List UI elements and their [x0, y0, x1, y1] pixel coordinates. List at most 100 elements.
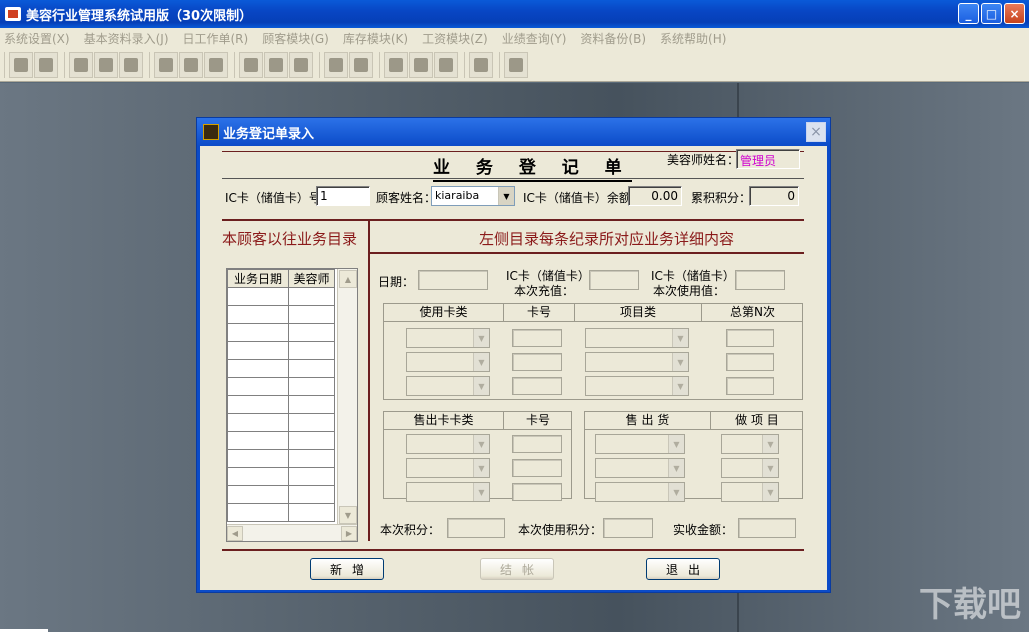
toolbar-button-lock[interactable] [34, 51, 58, 78]
dialog-close-button[interactable]: × [806, 122, 826, 142]
toolbar-button-edit-form[interactable] [94, 51, 118, 78]
scroll-up-icon[interactable]: ▲ [339, 270, 357, 288]
table-cell[interactable] [287, 305, 336, 324]
exit-button[interactable]: 退出 [646, 558, 720, 580]
new-button[interactable]: 新增 [310, 558, 384, 580]
table-cell[interactable] [227, 323, 289, 342]
chevron-down-icon[interactable]: ▼ [762, 483, 778, 501]
usage-card-type-select[interactable]: ▼ [406, 376, 490, 396]
table-cell[interactable] [227, 431, 289, 450]
sold-goods-select[interactable]: ▼ [595, 458, 685, 478]
sold-card-type-select[interactable]: ▼ [406, 482, 490, 502]
table-cell[interactable] [227, 413, 289, 432]
table-cell[interactable] [287, 359, 336, 378]
toolbar-button-card[interactable] [324, 51, 348, 78]
toolbar-button-notebook[interactable] [119, 51, 143, 78]
table-cell[interactable] [287, 413, 336, 432]
checkout-button[interactable]: 结帐 [480, 558, 554, 580]
toolbar-button-exit[interactable] [9, 51, 33, 78]
menu-performance[interactable]: 业绩查询(Y) [502, 30, 567, 47]
sold-card-no-field[interactable] [512, 459, 562, 477]
toolbar-button-calc[interactable] [409, 51, 433, 78]
customer-select[interactable]: kiaraiba ▼ [431, 186, 515, 206]
close-button[interactable]: × [1004, 3, 1025, 24]
toolbar-button-report[interactable] [204, 51, 228, 78]
table-cell[interactable] [227, 377, 289, 396]
chevron-down-icon[interactable]: ▼ [473, 329, 489, 347]
chevron-down-icon[interactable]: ▼ [473, 483, 489, 501]
usage-nth-time-field[interactable] [726, 329, 774, 347]
toolbar-button-tools[interactable] [504, 51, 528, 78]
ic-card-input[interactable]: 1 [316, 186, 370, 206]
chevron-down-icon[interactable]: ▼ [762, 435, 778, 453]
sold-card-no-field[interactable] [512, 483, 562, 501]
toolbar-button-binoculars[interactable] [154, 51, 178, 78]
toolbar-button-ledger[interactable] [349, 51, 373, 78]
chevron-down-icon[interactable]: ▼ [498, 187, 514, 205]
table-row[interactable] [227, 377, 336, 396]
table-cell[interactable] [227, 287, 289, 306]
table-cell[interactable] [227, 341, 289, 360]
menu-salary[interactable]: 工资模块(Z) [422, 30, 488, 47]
usage-item-type-select[interactable]: ▼ [585, 376, 689, 396]
chevron-down-icon[interactable]: ▼ [762, 459, 778, 477]
maximize-button[interactable]: □ [981, 3, 1002, 24]
usage-card-no-field[interactable] [512, 329, 562, 347]
table-row[interactable] [227, 467, 336, 486]
table-cell[interactable] [287, 323, 336, 342]
table-cell[interactable] [287, 431, 336, 450]
usage-item-type-select[interactable]: ▼ [585, 328, 689, 348]
usage-item-type-select[interactable]: ▼ [585, 352, 689, 372]
table-cell[interactable] [227, 449, 289, 468]
toolbar-button-handshake[interactable] [69, 51, 93, 78]
sold-goods-select[interactable]: ▼ [595, 434, 685, 454]
usage-card-type-select[interactable]: ▼ [406, 352, 490, 372]
sold-card-no-field[interactable] [512, 435, 562, 453]
table-cell[interactable] [287, 503, 336, 522]
history-table[interactable]: 业务日期 美容师 ▲ ▼ ◀ ▶ [226, 268, 358, 542]
chevron-down-icon[interactable]: ▼ [668, 435, 684, 453]
table-row[interactable] [227, 503, 336, 522]
sold-card-type-select[interactable]: ▼ [406, 434, 490, 454]
service-item-select[interactable]: ▼ [721, 458, 779, 478]
scroll-down-icon[interactable]: ▼ [339, 506, 357, 524]
table-row[interactable] [227, 413, 336, 432]
service-item-select[interactable]: ▼ [721, 434, 779, 454]
history-col-date[interactable]: 业务日期 [227, 269, 289, 288]
table-cell[interactable] [227, 503, 289, 522]
table-cell[interactable] [227, 485, 289, 504]
table-cell[interactable] [287, 377, 336, 396]
table-row[interactable] [227, 449, 336, 468]
menu-basic-data[interactable]: 基本资料录入(J) [84, 30, 169, 47]
table-row[interactable] [227, 431, 336, 450]
chevron-down-icon[interactable]: ▼ [672, 377, 688, 395]
table-row[interactable] [227, 485, 336, 504]
menu-customer[interactable]: 顾客模块(G) [262, 30, 329, 47]
chevron-down-icon[interactable]: ▼ [473, 353, 489, 371]
table-cell[interactable] [227, 395, 289, 414]
history-horizontal-scrollbar[interactable]: ◀ ▶ [227, 524, 357, 541]
table-row[interactable] [227, 395, 336, 414]
chevron-down-icon[interactable]: ▼ [668, 459, 684, 477]
chevron-down-icon[interactable]: ▼ [672, 353, 688, 371]
table-cell[interactable] [227, 359, 289, 378]
table-cell[interactable] [287, 467, 336, 486]
chevron-down-icon[interactable]: ▼ [668, 483, 684, 501]
table-row[interactable] [227, 341, 336, 360]
beautician-field[interactable]: 管理员 [736, 149, 800, 169]
sold-card-type-select[interactable]: ▼ [406, 458, 490, 478]
history-col-beautician[interactable]: 美容师 [287, 269, 336, 288]
menu-inventory[interactable]: 库存模块(K) [343, 30, 408, 47]
service-item-select[interactable]: ▼ [721, 482, 779, 502]
toolbar-button-exchange[interactable] [434, 51, 458, 78]
usage-nth-time-field[interactable] [726, 353, 774, 371]
table-cell[interactable] [287, 449, 336, 468]
table-cell[interactable] [287, 287, 336, 306]
chevron-down-icon[interactable]: ▼ [672, 329, 688, 347]
sold-goods-select[interactable]: ▼ [595, 482, 685, 502]
table-cell[interactable] [227, 467, 289, 486]
menu-backup[interactable]: 资料备份(B) [580, 30, 646, 47]
menu-help[interactable]: 系统帮助(H) [660, 30, 726, 47]
minimize-button[interactable]: _ [958, 3, 979, 24]
table-row[interactable] [227, 305, 336, 324]
